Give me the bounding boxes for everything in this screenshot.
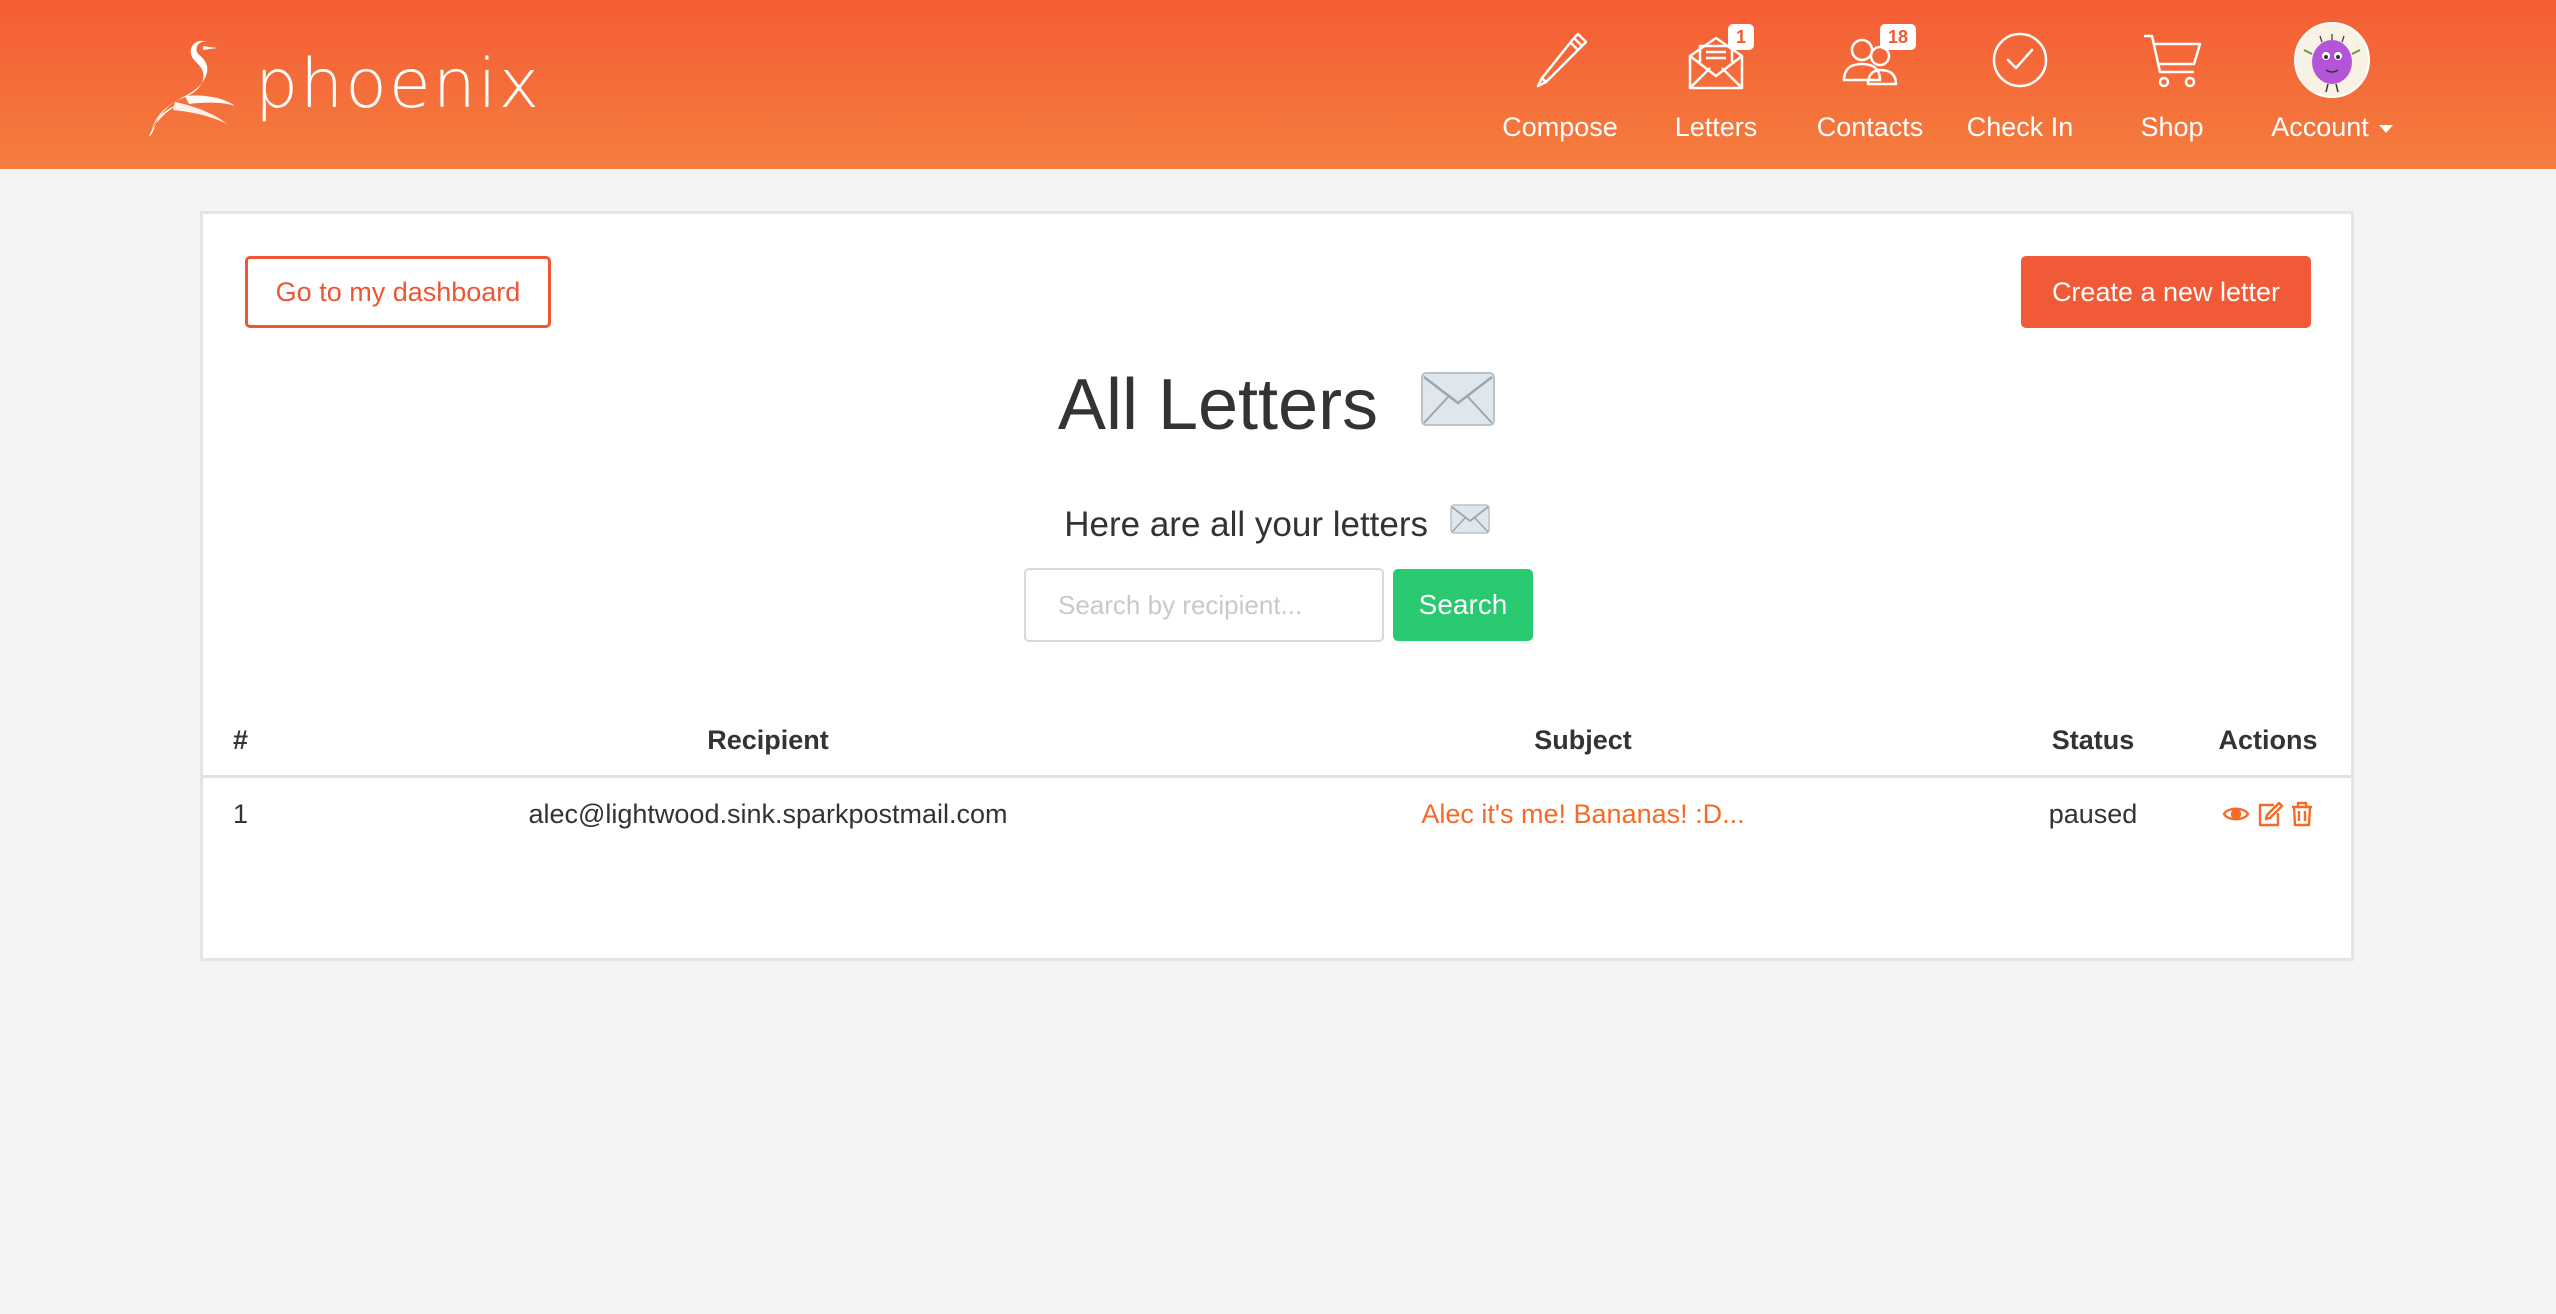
caret-down-icon [2378, 124, 2393, 133]
row-number: 1 [233, 798, 249, 829]
letters-panel: Go to my dashboard Create a new letter A… [200, 211, 2354, 961]
page-subtitle: Here are all your letters [203, 503, 2351, 545]
top-nav-bar: phoenix Compose 1 Letters 18 Contacts Ch… [0, 0, 2556, 169]
create-new-letter-button[interactable]: Create a new letter [2021, 256, 2311, 328]
page-title-text: All Letters [1057, 365, 1379, 445]
column-header-recipient: Recipient [707, 725, 829, 755]
nav-check-in-label: Check In [1966, 112, 2074, 142]
search-button[interactable]: Search [1393, 569, 1533, 641]
pencil-icon [1536, 32, 1588, 88]
avatar [2294, 22, 2370, 98]
envelope-small-icon [1450, 503, 1490, 543]
go-to-dashboard-button[interactable]: Go to my dashboard [245, 256, 551, 328]
row-subject-cell: Alec it's me! Bananas! :D... [1333, 778, 1833, 850]
row-actions [2083, 778, 2453, 850]
search-row: Search [1024, 568, 1533, 642]
nav-account-text: Account [2271, 112, 2369, 142]
letters-count-badge: 1 [1728, 24, 1755, 50]
nav-shop-label: Shop [2140, 112, 2204, 142]
search-input[interactable] [1024, 568, 1384, 642]
nav-account[interactable]: Account [2252, 0, 2412, 169]
column-header-subject: Subject [1534, 725, 1632, 755]
brand-name: phoenix [255, 44, 541, 124]
table-row: 1 alec@lightwood.sink.sparkpostmail.com … [203, 778, 2351, 850]
phoenix-bird-icon [149, 41, 235, 136]
nav-shop[interactable]: Shop [2112, 0, 2232, 169]
page-subtitle-text: Here are all your letters [1064, 505, 1429, 544]
table-header: # Recipient Subject Status Actions [203, 706, 2351, 778]
nav-contacts[interactable]: 18 Contacts [1810, 0, 1930, 169]
check-circle-icon [1992, 32, 2048, 88]
column-header-number: # [233, 725, 249, 755]
contacts-count-badge: 18 [1880, 24, 1917, 50]
nav-compose[interactable]: Compose [1500, 0, 1620, 169]
row-subject-link[interactable]: Alec it's me! Bananas! :D... [1421, 799, 1744, 830]
nav-compose-label: Compose [1502, 112, 1618, 142]
delete-trash-icon[interactable] [2290, 801, 2314, 827]
envelope-icon [1420, 362, 1496, 444]
nav-check-in[interactable]: Check In [1960, 0, 2080, 169]
row-recipient: alec@lightwood.sink.sparkpostmail.com [528, 798, 1008, 829]
page-title: All Letters [203, 364, 2351, 446]
cart-icon [2144, 34, 2202, 88]
view-eye-icon[interactable] [2222, 804, 2250, 824]
brand-logo[interactable]: phoenix [145, 36, 541, 136]
column-header-actions: Actions [2218, 725, 2318, 755]
nav-letters[interactable]: 1 Letters [1656, 0, 1776, 169]
edit-icon[interactable] [2256, 801, 2284, 827]
nav-contacts-label: Contacts [1816, 112, 1924, 142]
nav-account-label: Account [2271, 112, 2393, 143]
nav-letters-label: Letters [1674, 112, 1758, 142]
